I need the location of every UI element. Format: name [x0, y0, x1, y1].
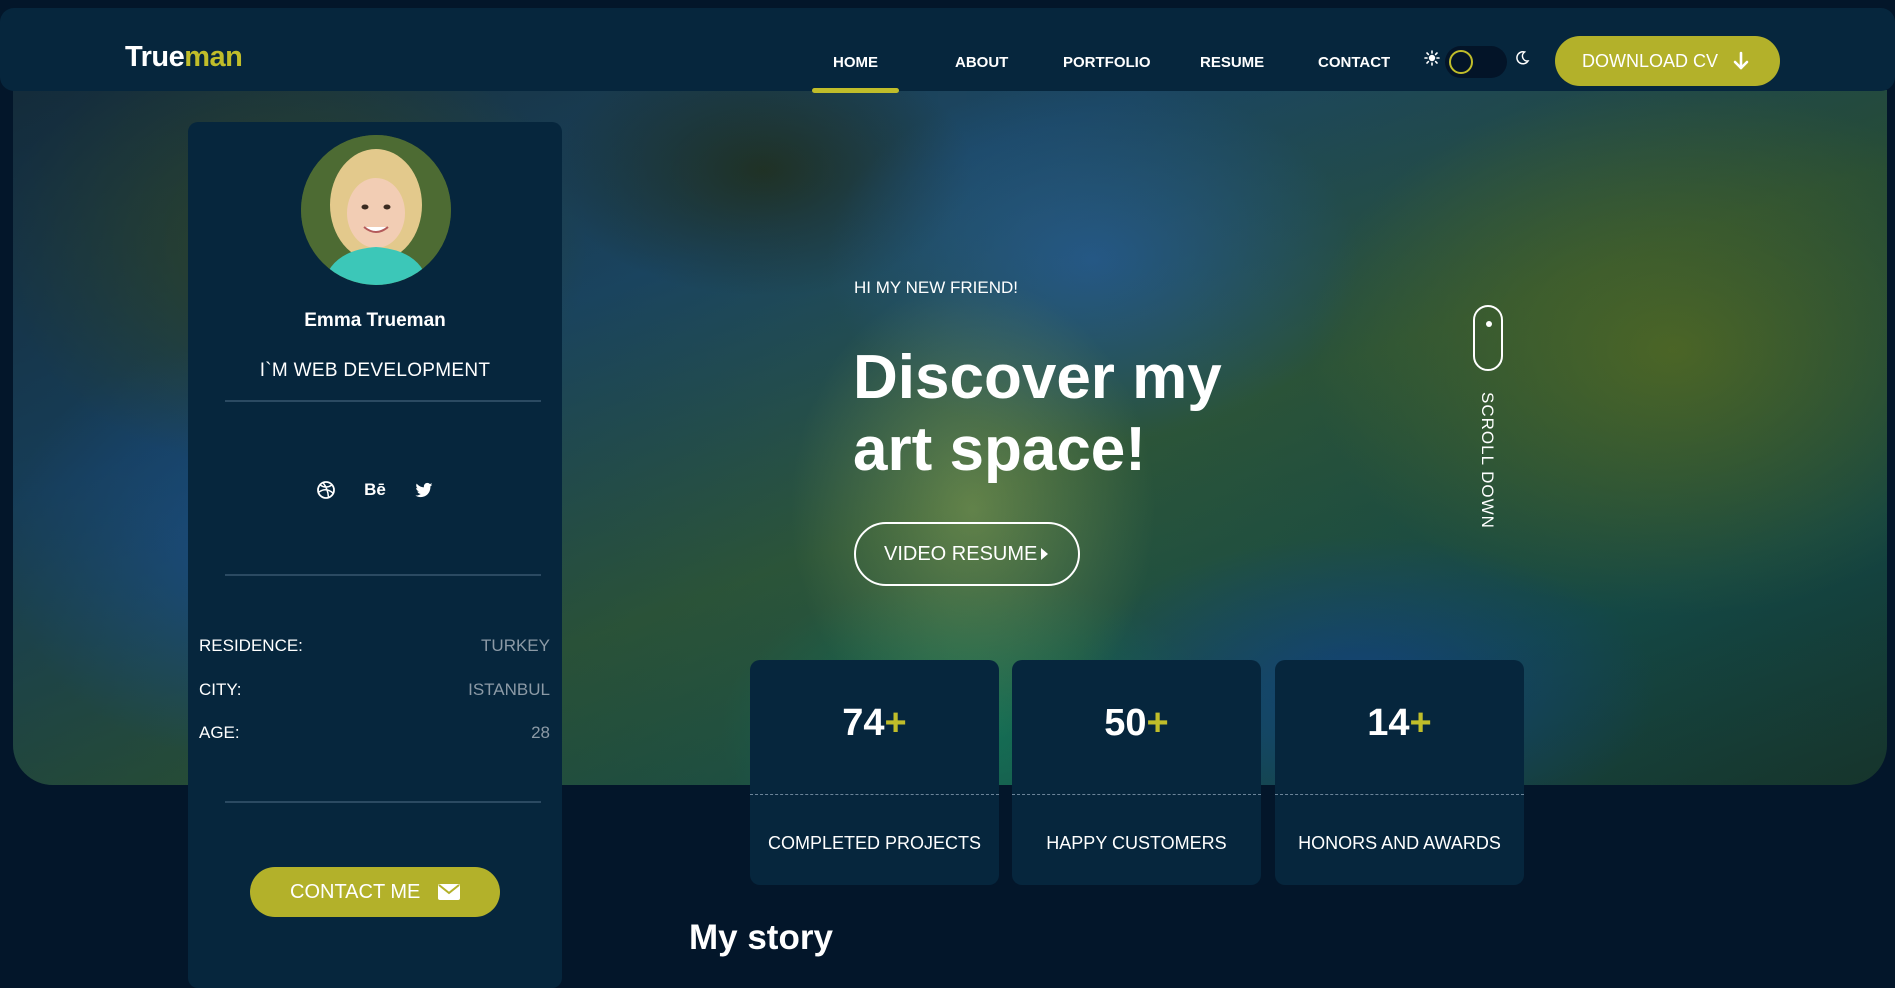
stat-divider	[1012, 794, 1261, 795]
video-resume-label: VIDEO RESUME	[884, 542, 1038, 565]
nav-contact[interactable]: CONTACT	[1318, 54, 1390, 71]
stat-value: 50	[1104, 702, 1147, 744]
nav-about[interactable]: ABOUT	[955, 54, 1008, 71]
video-resume-button[interactable]: VIDEO RESUME	[854, 522, 1080, 586]
stat-label: COMPLETED PROJECTS	[767, 833, 982, 853]
stat-label: HAPPY CUSTOMERS	[1046, 833, 1227, 853]
stat-label: HONORS AND AWARDS	[1298, 833, 1501, 853]
profile-card: Emma Trueman I`M WEB DEVELOPMENT Bē RESI…	[188, 122, 562, 988]
site-logo[interactable]: Trueman	[125, 41, 243, 74]
nav-home[interactable]: HOME	[812, 54, 899, 93]
arrow-down-icon	[1733, 51, 1749, 70]
profile-name: Emma Trueman	[304, 310, 446, 331]
divider	[225, 400, 541, 402]
stat-number: 74+	[750, 702, 999, 745]
stat-plus: +	[1146, 702, 1169, 744]
stat-number: 50+	[1012, 702, 1261, 745]
avatar-portrait	[301, 135, 451, 285]
info-value: 28	[531, 723, 550, 742]
info-value: TURKEY	[481, 636, 550, 655]
section-title-my-story: My story	[689, 918, 833, 957]
stat-value: 74	[842, 702, 885, 744]
social-links: Bē	[188, 480, 562, 500]
envelope-icon	[438, 884, 460, 900]
nav-resume[interactable]: RESUME	[1200, 54, 1264, 71]
hero-eyebrow: HI MY NEW FRIEND!	[854, 278, 1019, 297]
avatar	[301, 135, 451, 285]
profile-role: I`M WEB DEVELOPMENT	[259, 360, 491, 381]
stat-card-awards: 14+ HONORS AND AWARDS	[1275, 660, 1524, 885]
dribbble-icon[interactable]	[316, 480, 336, 500]
logo-part-true: True	[125, 41, 185, 73]
theme-toggle[interactable]	[1445, 46, 1507, 78]
moon-icon	[1516, 51, 1530, 65]
divider	[225, 801, 541, 803]
info-key: AGE:	[199, 723, 240, 742]
stat-number: 14+	[1275, 702, 1524, 745]
stat-divider	[1275, 794, 1524, 795]
info-key: RESIDENCE:	[199, 636, 303, 655]
theme-toggle-knob	[1449, 50, 1473, 74]
info-value: ISTANBUL	[468, 680, 550, 699]
play-icon	[1041, 548, 1048, 560]
top-navbar: Trueman HOME ABOUT PORTFOLIO RESUME CONT…	[0, 8, 1895, 93]
stat-value: 14	[1367, 702, 1410, 744]
stat-plus: +	[1409, 702, 1432, 744]
info-key: CITY:	[199, 680, 242, 699]
stat-card-customers: 50+ HAPPY CUSTOMERS	[1012, 660, 1261, 885]
hero-title: Discover my art space!	[853, 342, 1293, 486]
nav-portfolio[interactable]: PORTFOLIO	[1063, 54, 1151, 71]
download-cv-button[interactable]: DOWNLOAD CV	[1555, 36, 1780, 86]
twitter-icon[interactable]	[414, 480, 434, 500]
logo-part-man: man	[184, 41, 243, 73]
hero-title-line-1: Discover my	[853, 343, 1222, 412]
download-cv-label: DOWNLOAD CV	[1582, 50, 1719, 71]
stat-divider	[750, 794, 999, 795]
contact-me-button[interactable]: CONTACT ME	[250, 867, 500, 917]
contact-me-label: CONTACT ME	[290, 880, 421, 903]
stat-plus: +	[884, 702, 907, 744]
scroll-down-link[interactable]: SCROLL DOWN	[1477, 392, 1497, 529]
behance-icon[interactable]: Bē	[364, 480, 386, 500]
sun-icon	[1424, 50, 1440, 66]
divider	[225, 574, 541, 576]
stat-card-projects: 74+ COMPLETED PROJECTS	[750, 660, 999, 885]
mouse-scroll-icon[interactable]	[1473, 305, 1503, 371]
hero-title-line-2: art space!	[853, 415, 1146, 484]
